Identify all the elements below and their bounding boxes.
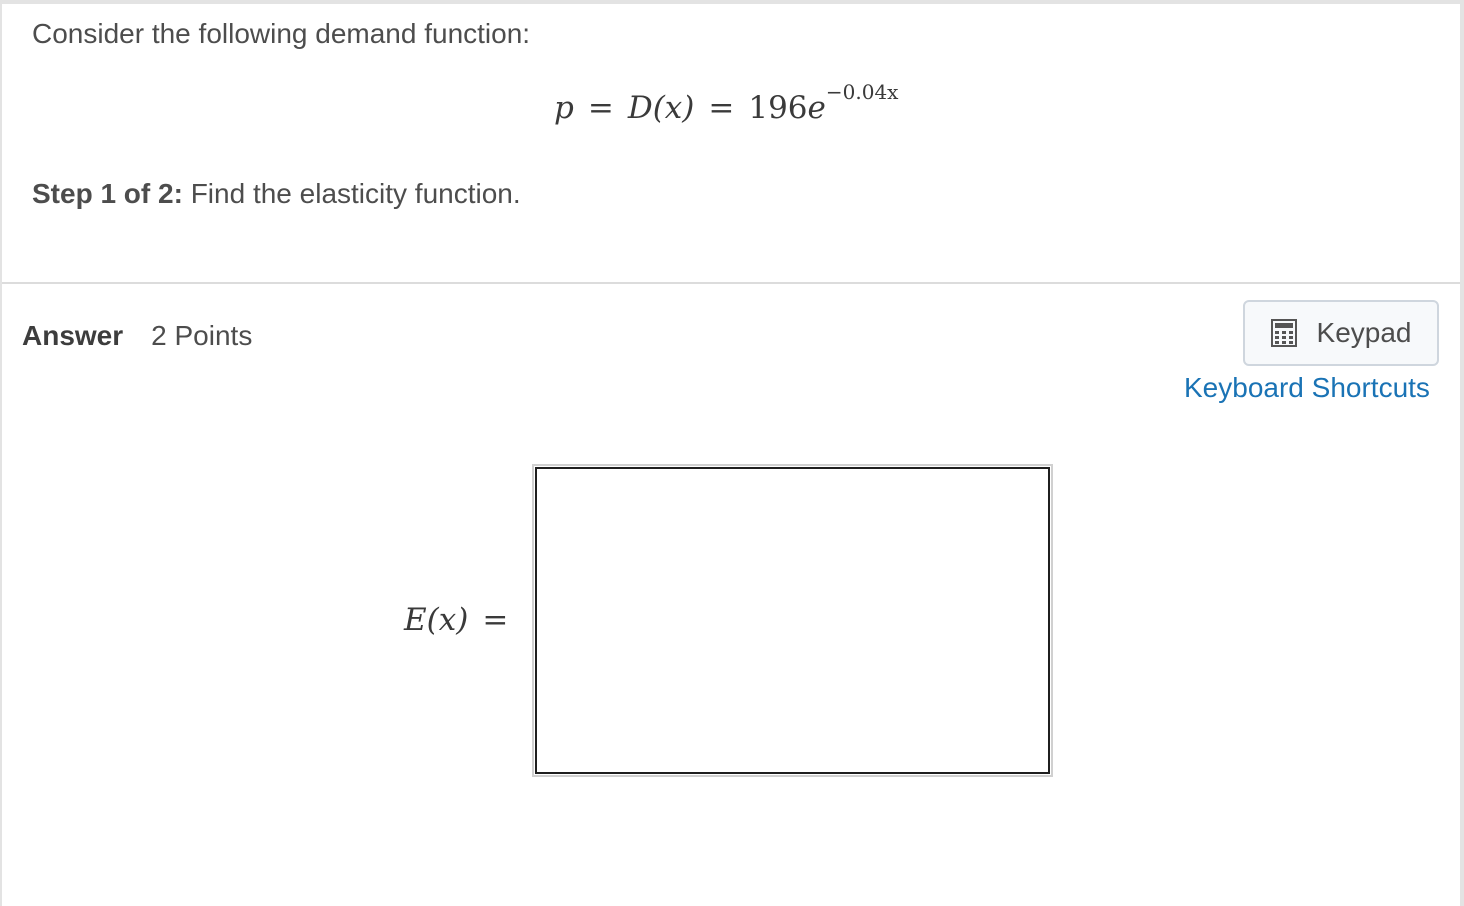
equation-equals-2: = — [708, 90, 735, 126]
calculator-icon — [1270, 319, 1297, 347]
elasticity-function: E(x) — [404, 602, 469, 638]
keyboard-shortcuts-link[interactable]: Keyboard Shortcuts — [1184, 372, 1430, 404]
answer-input[interactable] — [535, 467, 1050, 774]
step-prefix: Step 1 of 2: — [32, 178, 183, 209]
equation-function: D(x) — [627, 90, 695, 126]
answer-label: Answer — [22, 320, 124, 351]
answer-header: Answer 2 Points — [22, 320, 252, 352]
equation-exponent: −0.04x — [825, 79, 899, 104]
demand-equation: p = D(x) = 196e−0.04x — [554, 82, 898, 126]
answer-input-frame — [532, 464, 1053, 777]
equation-base: e — [807, 90, 826, 126]
elasticity-label: E(x) = — [404, 602, 508, 638]
step-instruction: Step 1 of 2: Find the elasticity functio… — [32, 178, 521, 210]
step-text: Find the elasticity function. — [182, 178, 521, 209]
keypad-label: Keypad — [1316, 317, 1412, 348]
equation-equals-1: = — [587, 90, 614, 126]
elasticity-equals: = — [482, 602, 509, 638]
question-page: Consider the following demand function: … — [0, 0, 1464, 906]
question-panel: Consider the following demand function: … — [2, 4, 1460, 284]
question-intro: Consider the following demand function: — [32, 18, 531, 49]
points-label: 2 Points — [151, 320, 253, 351]
equation-coefficient: 196 — [748, 90, 808, 126]
equation-lhs: p — [554, 90, 574, 126]
keypad-button[interactable]: Keypad — [1243, 300, 1439, 366]
